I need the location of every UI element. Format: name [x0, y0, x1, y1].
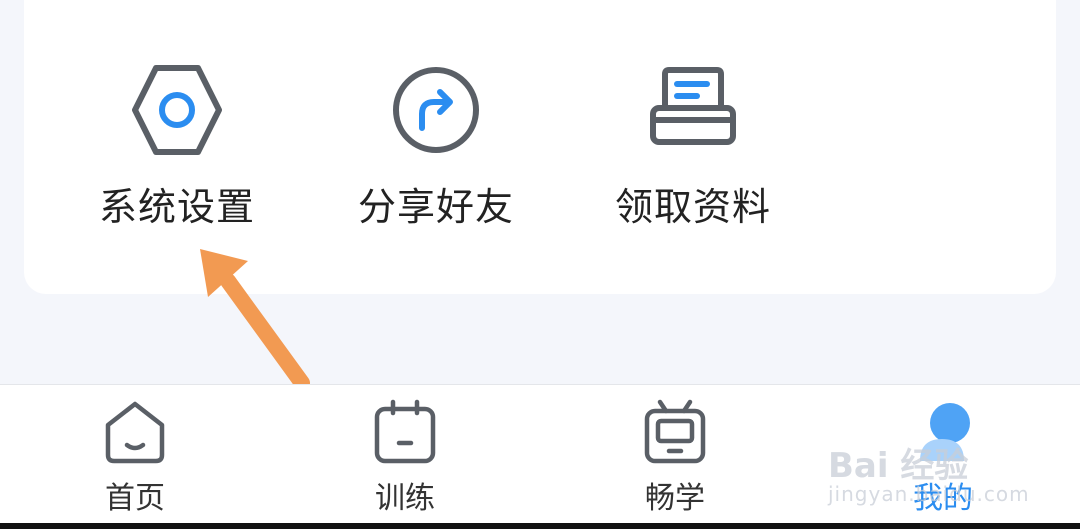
profile-icon	[920, 403, 970, 461]
screen-bottom-edge	[0, 523, 1080, 529]
grid-item-label: 系统设置	[98, 185, 255, 229]
materials-tray-icon	[650, 67, 736, 145]
grid-item-share-friends[interactable]: 分享好友	[326, 62, 546, 232]
tab-learn[interactable]: 畅学	[600, 399, 750, 519]
tab-label: 首页	[105, 481, 165, 516]
tab-label: 我的	[913, 481, 973, 516]
share-icon	[393, 67, 479, 153]
tab-label: 训练	[375, 481, 435, 516]
training-icon	[374, 399, 436, 464]
grid-item-label: 分享好友	[357, 185, 514, 229]
grid-item-get-materials[interactable]: 领取资料	[583, 62, 803, 232]
grid-item-system-settings[interactable]: 系统设置	[67, 62, 287, 232]
settings-hex-icon	[132, 65, 222, 155]
bottom-tab-bar: 首页 训练 畅学 我的	[0, 384, 1080, 523]
tv-learn-icon	[644, 399, 706, 464]
tab-home[interactable]: 首页	[60, 399, 210, 519]
tab-label: 畅学	[645, 481, 705, 516]
tab-profile[interactable]: 我的	[868, 399, 1018, 519]
home-icon	[105, 401, 165, 464]
screen: 系统设置 分享好友 领取资料 首页 训练 畅学 我的 Bai 经验 jingya…	[0, 0, 1080, 529]
feature-card: 系统设置 分享好友 领取资料	[24, 0, 1056, 294]
grid-item-label: 领取资料	[614, 185, 771, 229]
tab-training[interactable]: 训练	[330, 399, 480, 519]
